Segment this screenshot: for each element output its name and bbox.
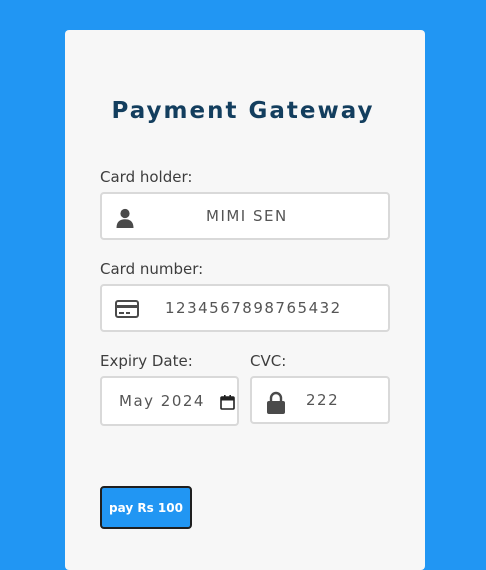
user-icon (116, 208, 134, 232)
expiry-date-value: May 2024 (119, 392, 205, 410)
calendar-icon[interactable] (220, 395, 235, 414)
credit-card-icon (115, 300, 139, 322)
pay-button[interactable]: pay Rs 100 (100, 486, 192, 529)
expiry-date-label: Expiry Date: (100, 352, 193, 370)
expiry-date-field[interactable]: May 2024 (100, 376, 239, 426)
cvc-value: 222 (306, 391, 340, 409)
card-holder-label: Card holder: (100, 168, 193, 186)
cvc-field[interactable]: 222 (250, 376, 390, 424)
card-number-value: 1234567898765432 (165, 299, 342, 317)
card-holder-value: MIMI SEN (206, 207, 288, 225)
page-title: Payment Gateway (111, 98, 375, 124)
cvc-label: CVC: (250, 352, 287, 370)
card-holder-field[interactable]: MIMI SEN (100, 192, 390, 240)
card-number-label: Card number: (100, 260, 204, 278)
card-number-field[interactable]: 1234567898765432 (100, 284, 390, 332)
lock-icon (266, 391, 286, 419)
